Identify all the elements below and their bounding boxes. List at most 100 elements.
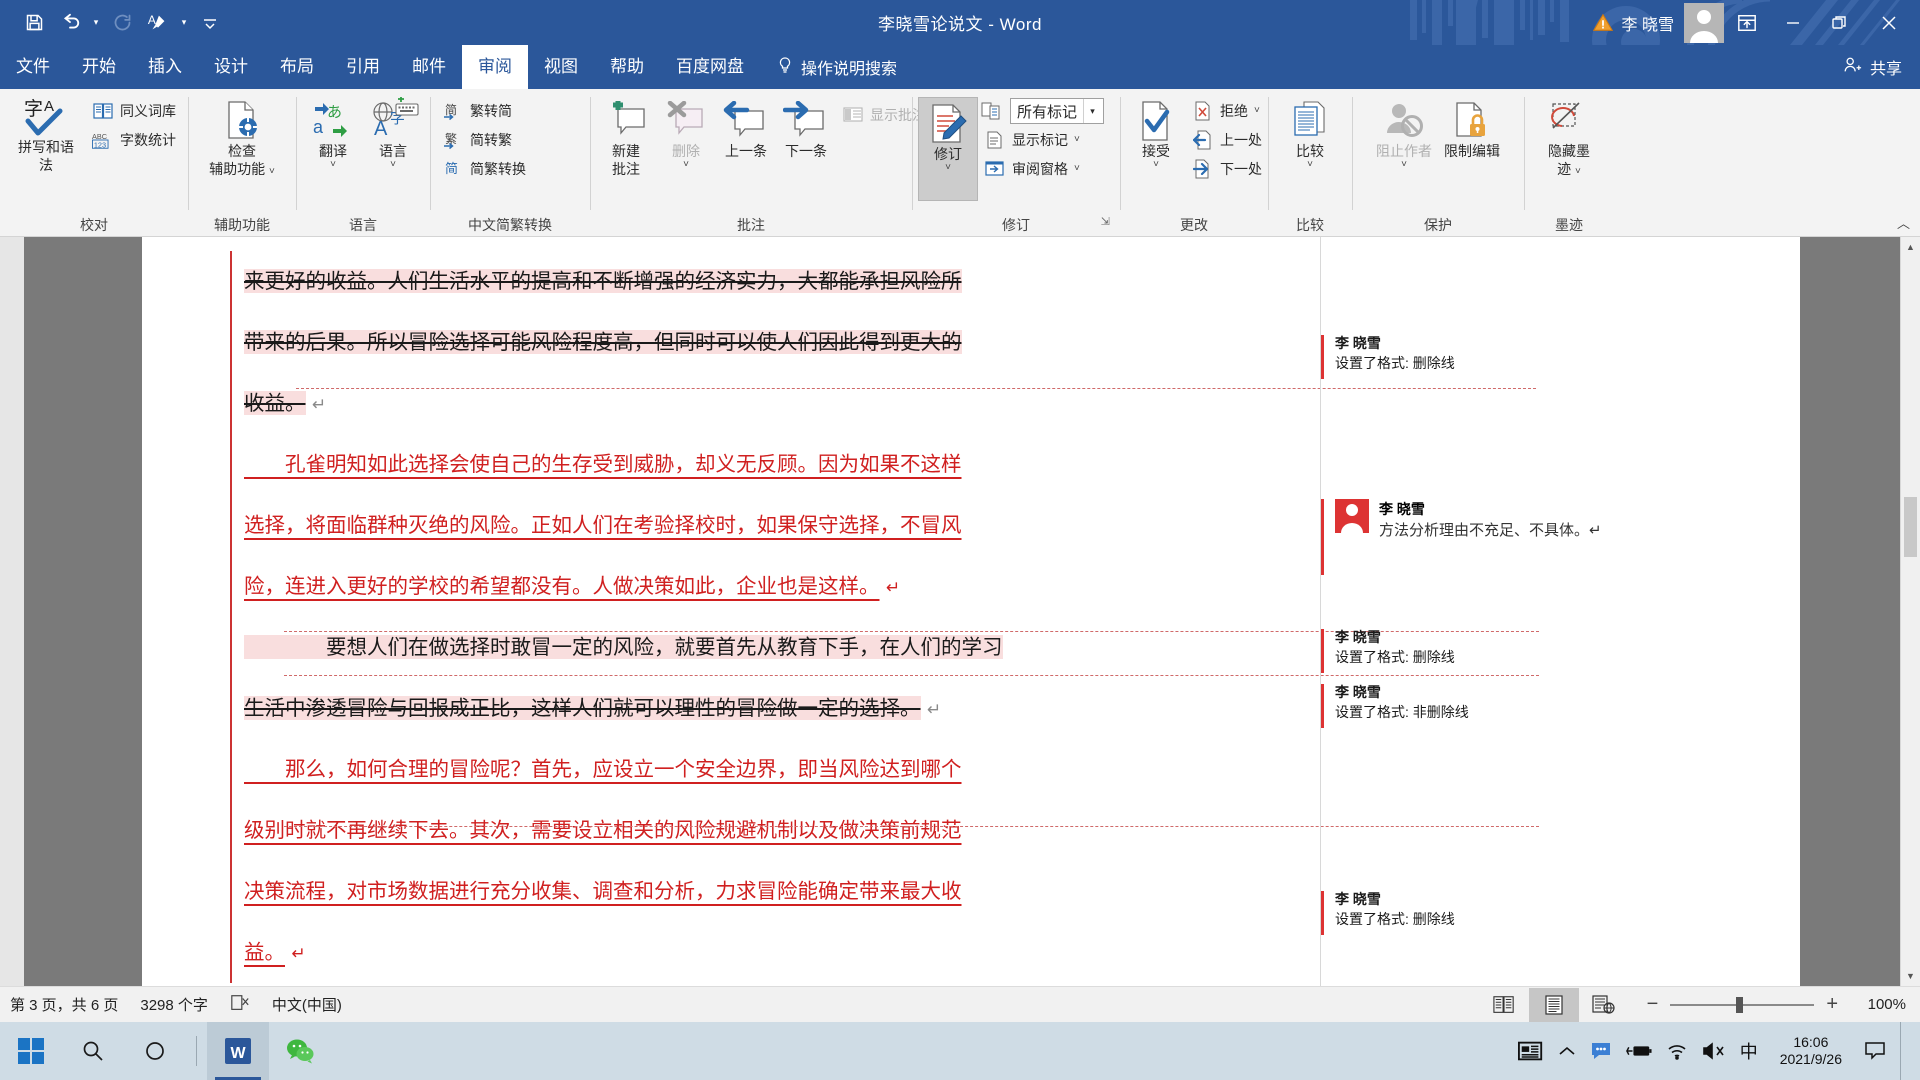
tab-file[interactable]: 文件 [0, 45, 66, 89]
reviewing-pane-button[interactable]: 审阅窗格 ˅ [978, 155, 1110, 183]
markup-balloons-pane[interactable]: 李 晓雪 设置了格式: 删除线 李 晓雪 方法分析理由不充足、不具体。↵ 李 晓… [1320, 237, 1800, 986]
undo-dropdown-icon[interactable]: ▾ [88, 6, 104, 40]
language-caret-icon[interactable]: ˅ [390, 159, 396, 169]
word-count-status[interactable]: 3298 个字 [140, 994, 208, 1015]
translate-caret-icon[interactable]: ˅ [330, 159, 336, 169]
tab-references[interactable]: 引用 [330, 45, 396, 89]
customize-qat-icon[interactable] [192, 6, 228, 40]
comment-balloon[interactable]: 李 晓雪 方法分析理由不充足、不具体。↵ [1321, 499, 1766, 575]
doc-line[interactable]: 险，连进入更好的学校的希望都没有。人做决策如此，企业也是这样。 ↵ [244, 556, 1320, 617]
page-info[interactable]: 第 3 页，共 6 页 [10, 994, 118, 1015]
simp-to-trad-button[interactable]: 繁 简转繁 [436, 126, 532, 154]
reviewing-pane-caret-icon[interactable]: ˅ [1074, 164, 1080, 174]
news-weather-icon[interactable] [1517, 1022, 1544, 1080]
doc-line[interactable]: 来更好的收益。人们生活水平的提高和不断增强的经济实力，大都能承担风险所 [244, 251, 1320, 312]
delete-comment-caret-icon[interactable]: ˅ [683, 159, 689, 169]
scrollbar-thumb[interactable] [1904, 497, 1917, 557]
tracking-dialog-launcher[interactable]: ⇲ [1101, 211, 1110, 233]
vertical-scrollbar[interactable]: ▲ ▼ [1900, 237, 1920, 986]
accept-change-button[interactable]: 接受 ˅ [1126, 95, 1186, 169]
zoom-slider-track[interactable] [1670, 996, 1815, 1013]
word-count-button[interactable]: ABC 123 字数统计 [86, 126, 182, 154]
notification-center-icon[interactable] [1864, 1022, 1886, 1080]
network-icon[interactable] [1666, 1022, 1688, 1080]
zoom-control[interactable]: − + 100% [1647, 993, 1906, 1016]
save-icon[interactable] [16, 6, 52, 40]
taskbar-word[interactable]: W [207, 1022, 269, 1080]
doc-line[interactable]: 带来的后果。所以冒险选择可能风险程度高，但同时可以使人们因此得到更大的 [244, 312, 1320, 373]
tab-mailings[interactable]: 邮件 [396, 45, 462, 89]
format-painter-icon[interactable]: A [140, 6, 176, 40]
track-changes-caret-icon[interactable]: ˅ [945, 162, 951, 172]
battery-icon[interactable] [1625, 1022, 1652, 1080]
tab-home[interactable]: 开始 [66, 45, 132, 89]
minimize-button[interactable] [1770, 0, 1816, 45]
doc-line[interactable]: 要想人们在做选择时敢冒一定的风险，就要首先从教育下手，在人们的学习 [244, 617, 1320, 678]
paragraph-inserted-2[interactable]: 那么，如何合理的冒险呢？首先，应设立一个安全边界，即当风险达到哪个 级别时就不再… [230, 739, 1320, 983]
proofing-errors-icon[interactable] [230, 994, 250, 1016]
undo-icon[interactable] [52, 6, 88, 40]
taskbar-clock[interactable]: 16:06 2021/9/26 [1772, 1034, 1850, 1069]
revision-balloon[interactable]: 李 晓雪 设置了格式: 删除线 [1321, 627, 1766, 673]
revision-balloon[interactable]: 李 晓雪 设置了格式: 删除线 [1321, 333, 1766, 379]
check-accessibility-button[interactable]: 检查 辅助功能 ˅ [203, 95, 281, 178]
read-mode-view-button[interactable] [1479, 988, 1529, 1022]
language-status[interactable]: 中文(中国) [272, 994, 342, 1015]
doc-line[interactable]: 益。 ↵ [244, 922, 1320, 983]
keyboard-add-icon[interactable] [394, 96, 420, 122]
doc-line[interactable]: 级别时就不再继续下去。其次，需要设立相关的风险规避机制以及做决策前规范 [244, 800, 1320, 861]
display-for-review-row[interactable]: 所有标记 ▾ [978, 97, 1110, 125]
display-for-review-combo[interactable]: 所有标记 ▾ [1010, 98, 1105, 124]
start-button[interactable] [0, 1022, 62, 1080]
thesaurus-button[interactable]: 同义词库 [86, 97, 182, 125]
doc-line[interactable]: 生活中渗透冒险与回报成正比，这样人们就可以理性的冒险做一定的选择。 ↵ [244, 678, 1320, 739]
doc-line[interactable]: 决策流程，对市场数据进行充分收集、调查和分析，力求冒险能确定带来最大收 [244, 861, 1320, 922]
zoom-level[interactable]: 100% [1850, 996, 1906, 1013]
display-for-review-caret-icon[interactable]: ▾ [1083, 99, 1101, 123]
show-markup-caret-icon[interactable]: ˅ [1074, 135, 1080, 145]
new-comment-button[interactable]: 新建 批注 [596, 95, 656, 178]
taskbar-wechat[interactable] [269, 1022, 331, 1080]
quick-access-toolbar[interactable]: ▾ A ▾ [0, 6, 228, 40]
share-button[interactable]: 共享 [1842, 45, 1902, 89]
tab-layout[interactable]: 布局 [264, 45, 330, 89]
document-text-body[interactable]: 来更好的收益。人们生活水平的提高和不断增强的经济实力，大都能承担风险所 带来的后… [230, 237, 1539, 986]
taskbar-search-icon[interactable] [62, 1022, 124, 1080]
previous-comment-button[interactable]: 上一条 [716, 95, 776, 161]
ribbon-tabs[interactable]: 文件 开始 插入 设计 布局 引用 邮件 审阅 视图 帮助 百度网盘 操作说明搜… [0, 45, 1920, 89]
reject-change-button[interactable]: 拒绝 ˅ [1186, 97, 1268, 125]
doc-line[interactable]: 收益。 ↵ [244, 373, 1320, 434]
accept-change-caret-icon[interactable]: ˅ [1153, 159, 1159, 169]
tab-view[interactable]: 视图 [528, 45, 594, 89]
zoom-in-button[interactable]: + [1826, 993, 1838, 1016]
simp-trad-convert-button[interactable]: 简 简繁转换 [436, 155, 532, 183]
doc-line[interactable]: 孔雀明知如此选择会使自己的生存受到威胁，却义无反顾。因为如果不这样 [244, 434, 1320, 495]
track-changes-button[interactable]: 修订 ˅ [918, 97, 978, 201]
format-painter-dropdown-icon[interactable]: ▾ [176, 6, 192, 40]
revision-balloon[interactable]: 李 晓雪 设置了格式: 非删除线 [1321, 682, 1766, 728]
tab-help[interactable]: 帮助 [594, 45, 660, 89]
zoom-out-button[interactable]: − [1647, 993, 1659, 1016]
document-page[interactable]: 来更好的收益。人们生活水平的提高和不断增强的经济实力，大都能承担风险所 带来的后… [142, 237, 1800, 986]
chat-icon[interactable] [1590, 1022, 1612, 1080]
show-markup-button[interactable]: 显示标记 ˅ [978, 126, 1110, 154]
revision-balloon[interactable]: 李 晓雪 设置了格式: 删除线 [1321, 889, 1766, 935]
paragraph-deleted-1[interactable]: 来更好的收益。人们生活水平的提高和不断增强的经济实力，大都能承担风险所 带来的后… [230, 251, 1320, 434]
next-change-button[interactable]: 下一处 [1186, 155, 1268, 183]
volume-muted-icon[interactable] [1702, 1022, 1726, 1080]
restrict-editing-button[interactable]: 限制编辑 [1438, 95, 1506, 161]
previous-change-button[interactable]: 上一处 [1186, 126, 1268, 154]
next-comment-button[interactable]: 下一条 [776, 95, 836, 161]
scroll-down-icon[interactable]: ▼ [1901, 966, 1920, 986]
compare-caret-icon[interactable]: ˅ [1307, 159, 1313, 169]
zoom-slider-thumb[interactable] [1736, 996, 1744, 1013]
tab-design[interactable]: 设计 [198, 45, 264, 89]
close-button[interactable] [1862, 0, 1916, 45]
tab-review[interactable]: 审阅 [462, 45, 528, 89]
show-desktop-button[interactable] [1900, 1022, 1910, 1080]
doc-line[interactable]: 选择，将面临群种灭绝的风险。正如人们在考验择校时，如果保守选择，不冒风 [244, 495, 1320, 556]
hide-ink-button[interactable]: 隐藏墨 迹 ˅ [1539, 95, 1599, 178]
tell-me-search[interactable]: 操作说明搜索 [776, 45, 897, 89]
spelling-grammar-button[interactable]: 字 A 拼写和语法 [6, 95, 86, 174]
tab-baidu-netdisk[interactable]: 百度网盘 [660, 45, 760, 89]
